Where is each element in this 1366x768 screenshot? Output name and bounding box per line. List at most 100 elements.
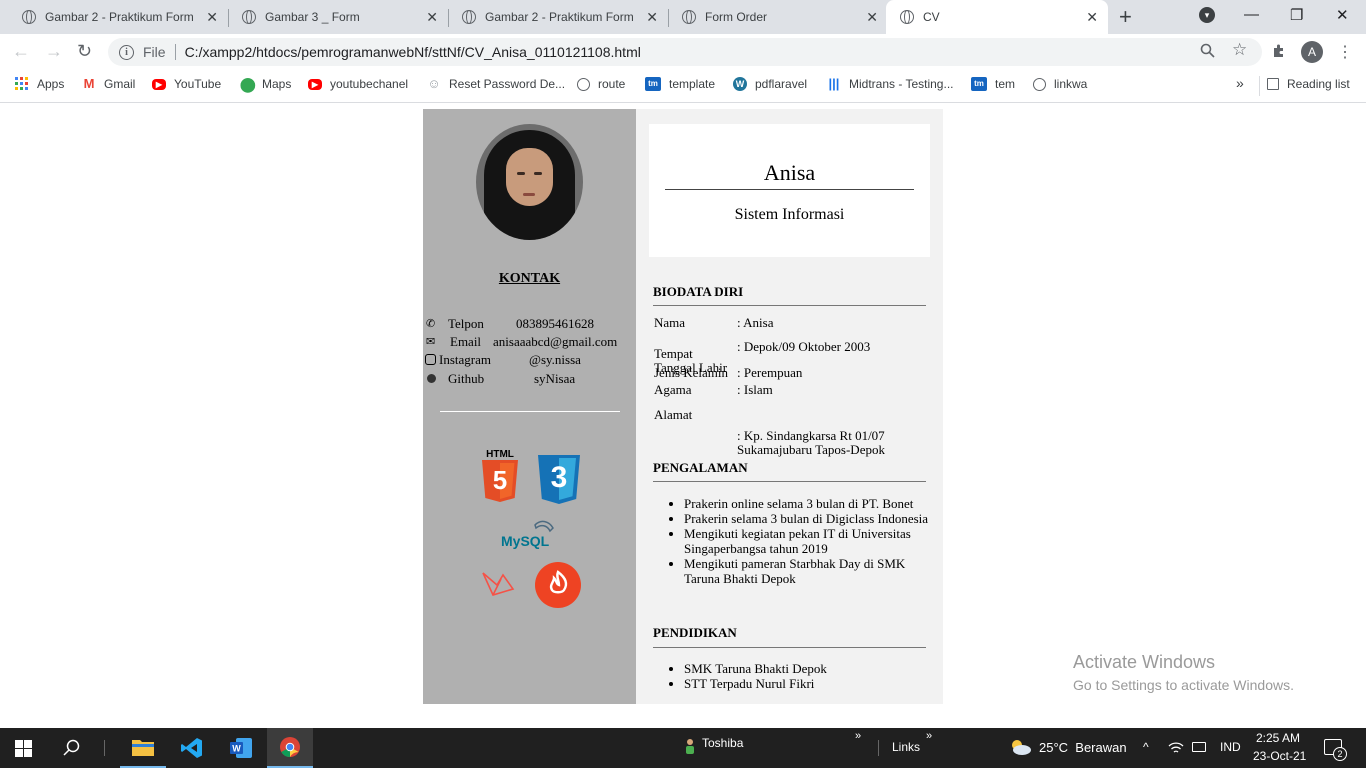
clock-date[interactable]: 23-Oct-21: [1253, 749, 1306, 763]
bookmark-youtubechanel[interactable]: ▶ youtubechanel: [308, 77, 408, 91]
show-hidden-icons-icon[interactable]: ^: [1143, 740, 1149, 754]
contact-label: Github: [448, 371, 485, 386]
word-icon: W: [230, 738, 252, 758]
tab-gambar3[interactable]: Gambar 3 _ Form ✕: [220, 0, 448, 34]
gmail-icon: M: [83, 76, 95, 91]
bookmark-tem[interactable]: tm tem: [971, 77, 1015, 91]
list-item: STT Terpadu Nurul Fikri: [684, 676, 929, 691]
site-info-icon[interactable]: i: [119, 44, 134, 60]
chrome-button[interactable]: [267, 728, 313, 768]
laravel-mark: [482, 572, 515, 596]
reload-button[interactable]: ↻: [77, 41, 92, 62]
word-button[interactable]: W: [218, 728, 264, 768]
restore-button[interactable]: ❐: [1290, 6, 1303, 24]
close-tab-icon[interactable]: ✕: [1086, 9, 1098, 26]
extensions-icon[interactable]: [1272, 43, 1287, 62]
network-icon[interactable]: [1168, 740, 1184, 756]
bookmark-label: Apps: [37, 77, 65, 91]
window-close-button[interactable]: ✕: [1336, 6, 1349, 24]
bookmark-linkwa[interactable]: linkwa: [1033, 77, 1087, 91]
start-button[interactable]: [14, 739, 32, 757]
biodata-value: : Kp. Sindangkarsa Rt 01/07 Sukamajubaru…: [737, 428, 885, 457]
vscode-button[interactable]: [169, 728, 215, 768]
profile-avatar[interactable]: A: [1301, 41, 1323, 63]
bookmark-route[interactable]: route: [577, 77, 625, 91]
minimize-button[interactable]: —: [1244, 6, 1259, 23]
contact-value: @sy.nissa: [529, 352, 581, 367]
new-tab-button[interactable]: +: [1119, 4, 1132, 30]
bookmarks-bar: Apps M Gmail ▶ YouTube ⬤ Maps ▶ youtubec…: [0, 70, 1366, 103]
bookmark-apps[interactable]: Apps: [15, 77, 64, 91]
globe-icon: [1033, 77, 1046, 91]
menu-icon[interactable]: ⋮: [1337, 42, 1353, 62]
tab-form-order[interactable]: Form Order ✕: [660, 0, 888, 34]
toshiba-toolbar-label[interactable]: Toshiba: [702, 736, 743, 750]
close-tab-icon[interactable]: ✕: [206, 9, 218, 26]
tab-gambar2-a[interactable]: Gambar 2 - Praktikum Form ✕: [0, 0, 228, 34]
zoom-icon[interactable]: [1200, 43, 1215, 62]
toolbar-expand-icon[interactable]: »: [855, 730, 861, 742]
face-shape: [506, 148, 553, 206]
bookmarks-separator: [1259, 76, 1260, 96]
tab-cv[interactable]: CV ✕: [886, 0, 1108, 34]
bookmark-template[interactable]: tm template: [645, 77, 715, 91]
weather-icon[interactable]: [1008, 738, 1032, 756]
weather-text[interactable]: 25°C Berawan: [1039, 740, 1127, 755]
profile-photo: [476, 124, 583, 240]
close-tab-icon[interactable]: ✕: [866, 9, 878, 26]
bookmark-pdflaravel[interactable]: W pdflaravel: [733, 77, 807, 91]
biodata-value: : Perempuan: [737, 365, 803, 380]
bookmark-label: template: [669, 77, 716, 91]
biodata-row-alamat: Alamat : Kp. Sindangkarsa Rt 01/07 Sukam…: [654, 401, 927, 457]
biodata-row-jenis-kelamin: Jenis Kelamin : Perempuan: [654, 366, 927, 380]
css3-number: 3: [550, 461, 568, 494]
bookmarks-overflow-button[interactable]: »: [1236, 75, 1244, 91]
bookmark-label: Reset Password De...: [449, 77, 566, 91]
toolbar-expand-icon[interactable]: »: [926, 730, 932, 742]
globe-icon: [577, 77, 590, 91]
search-button[interactable]: [62, 738, 82, 758]
list-item: SMK Taruna Bhakti Depok: [684, 661, 929, 676]
wordpress-icon: W: [733, 77, 747, 91]
pengalaman-heading: PENGALAMAN: [653, 460, 748, 475]
bookmark-youtube[interactable]: ▶ YouTube: [152, 77, 221, 91]
bookmark-reset-password[interactable]: ☺ Reset Password De...: [427, 77, 566, 92]
biodata-key: Jenis Kelamin: [654, 365, 729, 380]
bookmark-gmail[interactable]: M Gmail: [82, 76, 136, 92]
bookmark-label: Maps: [262, 77, 292, 91]
pendidikan-list: SMK Taruna Bhakti Depok STT Terpadu Nuru…: [684, 661, 929, 691]
bookmark-label: youtubechanel: [330, 77, 409, 91]
biodata-value: : Depok/09 Oktober 2003: [737, 339, 871, 354]
back-button[interactable]: ←: [12, 41, 30, 62]
windows-icon: [14, 739, 32, 757]
close-tab-icon[interactable]: ✕: [426, 9, 438, 26]
address-bar[interactable]: i File C:/xampp2/htdocs/pemrogramanwebNf…: [108, 38, 1262, 66]
address-url[interactable]: C:/xampp2/htdocs/pemrogramanwebNf/sttNf/…: [185, 44, 641, 60]
forward-button[interactable]: →: [45, 41, 63, 62]
links-toolbar-label[interactable]: Links: [892, 740, 920, 754]
biodata-value: : Islam: [737, 382, 773, 397]
battery-icon[interactable]: [1192, 742, 1206, 752]
html5-number: 5: [492, 465, 508, 495]
bookmark-star-icon[interactable]: ☆: [1232, 40, 1247, 60]
bookmark-midtrans[interactable]: ||| Midtrans - Testing...: [827, 76, 954, 92]
bookmark-maps[interactable]: ⬤ Maps: [240, 77, 291, 91]
tab-search-button[interactable]: ▾: [1199, 7, 1215, 23]
cv-sidebar: KONTAK ✆ Telpon 083895461628 ✉ Email ani…: [423, 109, 636, 704]
reading-list-button[interactable]: Reading list: [1267, 77, 1350, 91]
clock-time[interactable]: 2:25 AM: [1256, 731, 1300, 745]
tm-icon: tm: [971, 77, 987, 91]
midtrans-icon: |||: [828, 76, 840, 91]
pengalaman-divider: [653, 481, 926, 482]
close-tab-icon[interactable]: ✕: [646, 9, 658, 26]
email-icon: ✉: [426, 335, 436, 348]
bookmark-label: route: [598, 77, 626, 91]
biodata-key: Alamat: [654, 407, 693, 422]
phone-icon: ✆: [426, 317, 436, 330]
file-explorer-button[interactable]: [120, 728, 166, 768]
biodata-row-ttl: Tempat Tanggal Lahir : Depok/09 Oktober …: [654, 333, 927, 375]
language-indicator[interactable]: IND: [1220, 740, 1241, 754]
list-item: Mengikuti pameran Starbhak Day di SMK Ta…: [684, 556, 929, 586]
tab-gambar2-b[interactable]: Gambar 2 - Praktikum Form ✕: [440, 0, 668, 34]
apps-icon: [15, 77, 29, 91]
